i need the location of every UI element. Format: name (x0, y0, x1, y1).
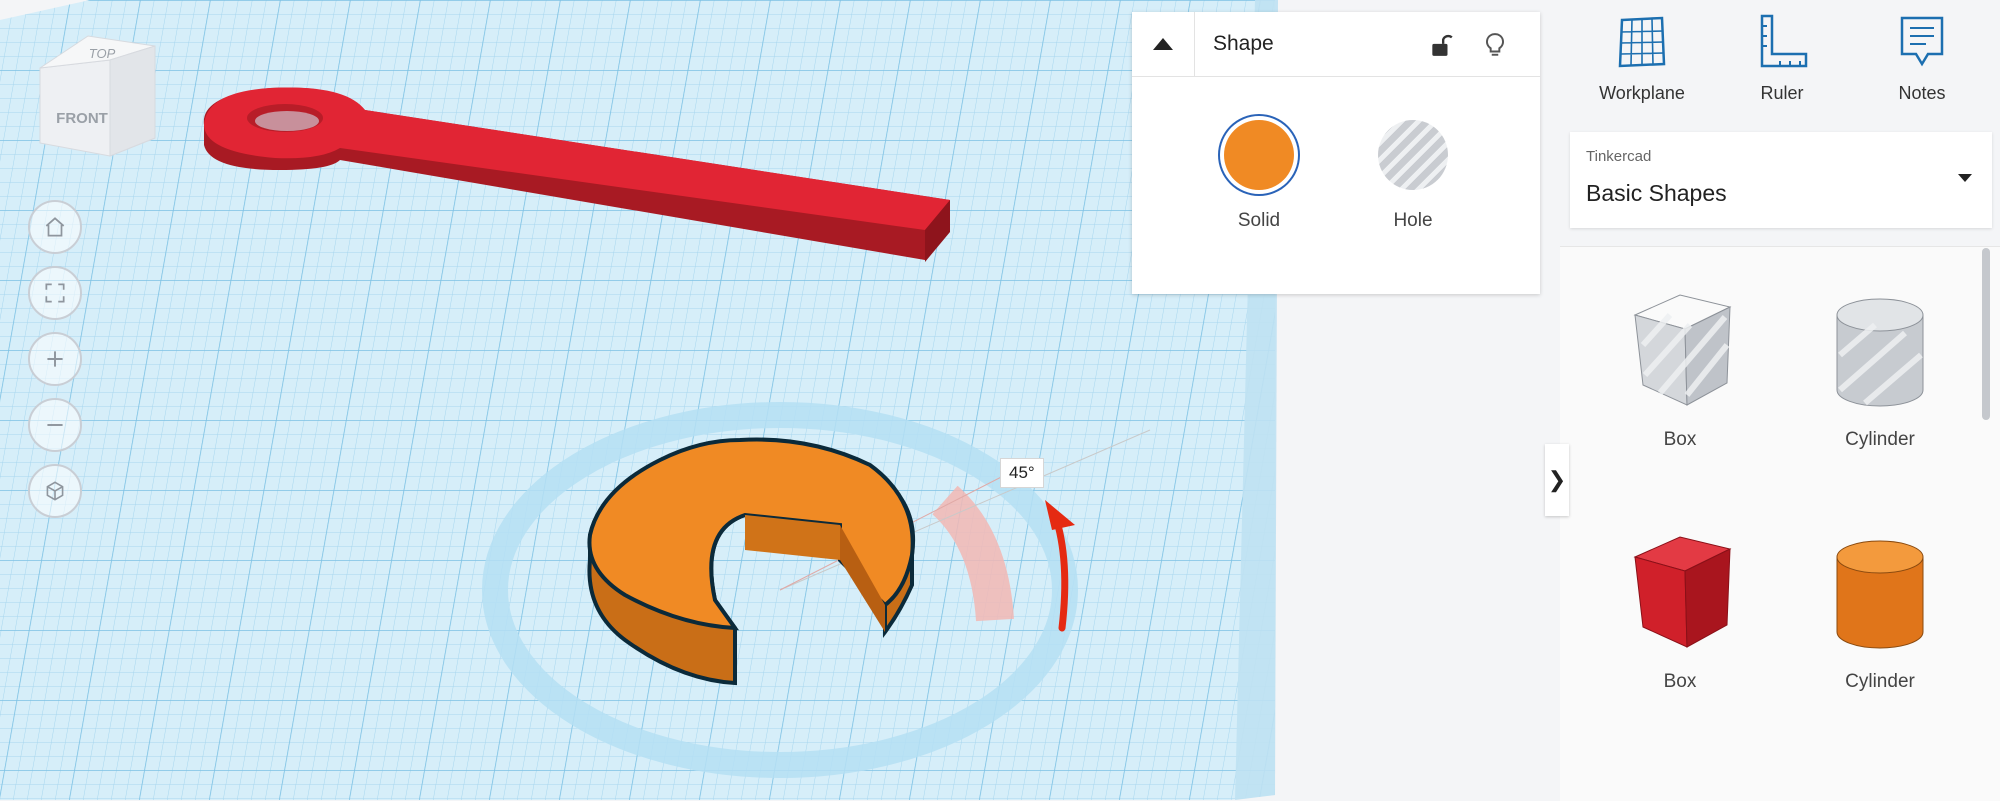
solid-swatch (1224, 120, 1294, 190)
library-scrollbar[interactable] (1982, 248, 1990, 420)
shape-item-box-hole[interactable]: Box (1580, 285, 1780, 451)
cylinder-solid-icon (1836, 540, 1924, 649)
shape-library-grid: Box Cylinder Box Cylinder (1560, 246, 2000, 801)
shape-library-select[interactable]: Tinkercad Basic Shapes (1570, 132, 1992, 228)
caret-up-icon (1153, 38, 1173, 50)
shape-panel-header: Shape (1132, 12, 1540, 77)
shape-label: Box (1663, 671, 1697, 692)
workplane-grid (0, 0, 1278, 800)
viewcube-top-label: TOP (89, 46, 116, 61)
zoom-in-button[interactable] (28, 332, 82, 386)
rotation-angle-label: 45° (1000, 458, 1044, 488)
3d-viewport[interactable]: TOP FRONT 45° Shape Solid Hole (0, 0, 1560, 800)
library-name: Basic Shapes (1586, 180, 1727, 206)
view-cube[interactable]: TOP FRONT (30, 28, 160, 173)
shape-panel-title: Shape (1213, 32, 1274, 55)
ruler-label: Ruler (1760, 83, 1804, 103)
solid-label: Solid (1237, 210, 1281, 231)
unlock-icon[interactable] (1428, 32, 1454, 58)
fit-all-icon (45, 283, 65, 303)
collapse-panel-button[interactable] (1132, 12, 1195, 76)
lightbulb-icon[interactable] (1482, 32, 1508, 58)
plus-icon (47, 351, 63, 367)
shape-label: Cylinder (1845, 671, 1915, 692)
shape-item-box-solid[interactable]: Box (1580, 527, 1780, 693)
shape-inspector-panel: Shape Solid Hole (1132, 12, 1540, 294)
minus-icon (47, 424, 63, 426)
library-source: Tinkercad (1586, 148, 1652, 165)
box-hole-icon (1633, 294, 1732, 406)
notes-icon (1900, 16, 1944, 67)
shape-item-cylinder-hole[interactable]: Cylinder (1780, 285, 1980, 451)
solid-option[interactable]: Solid (1199, 120, 1319, 232)
notes-label: Notes (1898, 83, 1946, 103)
hole-option[interactable]: Hole (1353, 120, 1473, 232)
ortho-view-button[interactable] (28, 464, 82, 518)
hole-label: Hole (1393, 210, 1433, 231)
shape-label: Box (1663, 429, 1697, 450)
workplane-label: Workplane (1599, 83, 1685, 103)
home-icon (45, 217, 65, 237)
hole-swatch (1378, 120, 1448, 190)
panel-toggle-button[interactable]: ❯ (1545, 444, 1569, 516)
cube-icon (46, 481, 64, 501)
notes-button[interactable]: Notes (1862, 12, 1982, 104)
shape-label: Cylinder (1845, 429, 1915, 450)
workplane-icon (1618, 16, 1666, 68)
ruler-button[interactable]: Ruler (1722, 12, 1842, 104)
chevron-right-icon: ❯ (1547, 467, 1567, 492)
box-solid-icon (1633, 536, 1732, 648)
fit-view-button[interactable] (28, 266, 82, 320)
ruler-icon (1760, 14, 1808, 68)
viewcube-front-label: FRONT (56, 110, 108, 127)
cylinder-hole-icon (1836, 298, 1924, 407)
workplane-button[interactable]: Workplane (1582, 12, 1702, 104)
shape-item-cylinder-solid[interactable]: Cylinder (1780, 527, 1980, 693)
zoom-out-button[interactable] (28, 398, 82, 452)
home-view-button[interactable] (28, 200, 82, 254)
chevron-down-icon (1958, 174, 1972, 182)
right-panel: Workplane Ruler Notes Tinkercad Basic Sh… (1560, 0, 2000, 801)
